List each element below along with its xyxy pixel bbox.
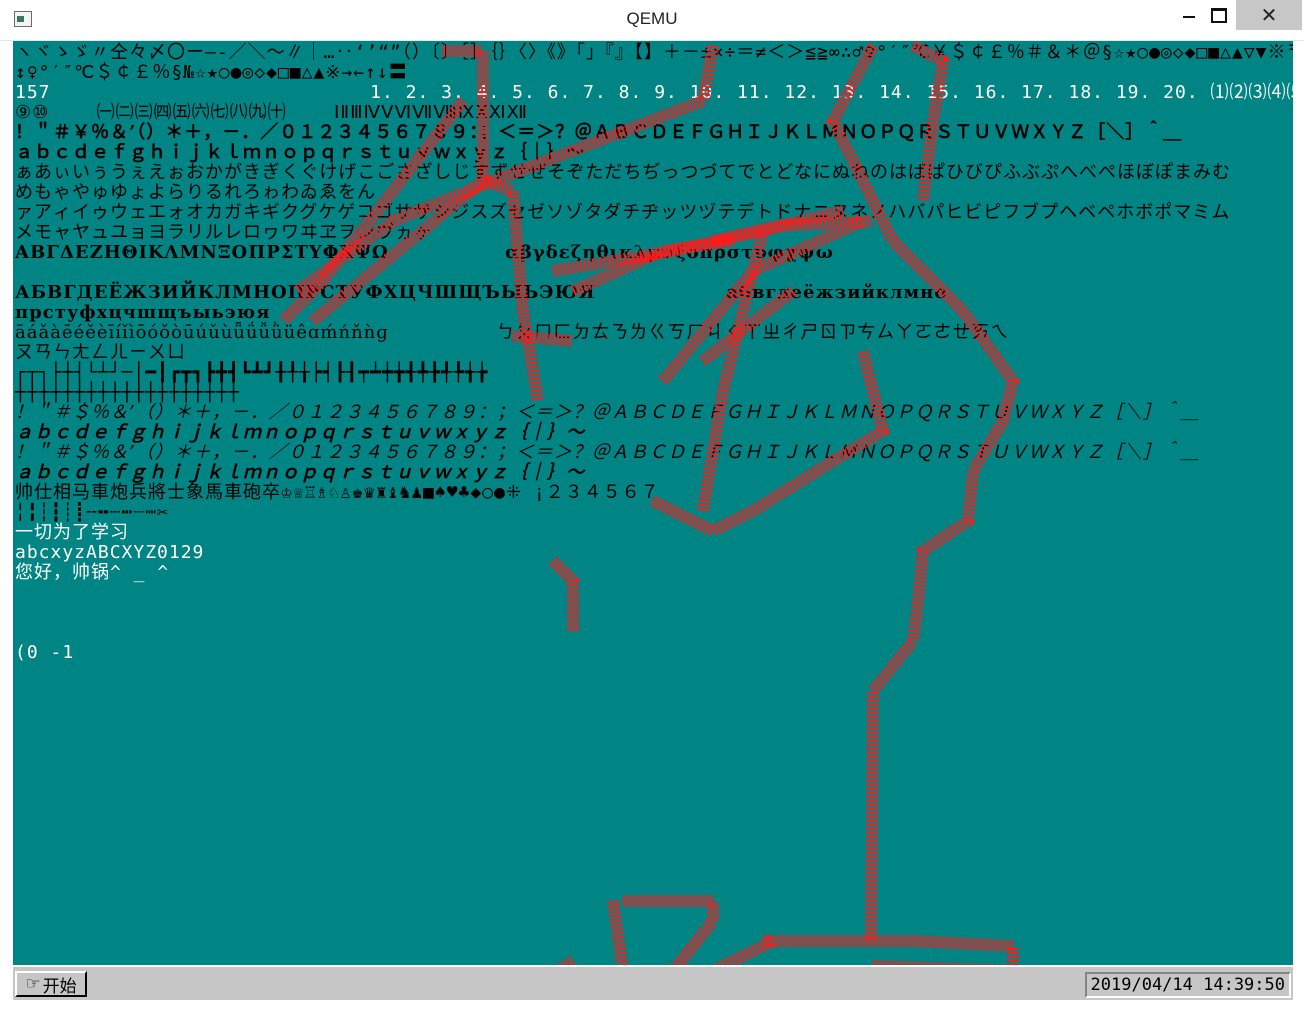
taskbar: ☞ 开始 2019/04/14 14:39:50 <box>13 965 1293 1002</box>
pointing-hand-icon: ☞ <box>25 974 41 994</box>
drawing-stroke <box>607 900 629 965</box>
drawing-stroke <box>623 895 719 965</box>
window-title: QEMU <box>626 9 678 28</box>
drawing-stroke <box>481 175 544 402</box>
minimize-icon <box>1183 16 1195 18</box>
drawing-stroke <box>910 41 949 202</box>
maximize-icon <box>1211 7 1227 23</box>
window-border <box>0 1000 1304 1009</box>
title-bar: QEMU ✕ <box>0 0 1304 41</box>
drawing-stroke <box>711 935 776 965</box>
guest-screen[interactable]: ヽヾゝゞ〃仝々〆〇ー―‐／＼～∥｜…‥‘’“”（）〔〕［］｛｝〈〉《》「」『』【… <box>13 41 1293 965</box>
drawing-stroke <box>278 97 468 326</box>
mouse-drawing-strokes <box>278 41 1024 965</box>
drawing-stroke <box>650 349 889 537</box>
start-label: 开始 <box>42 976 77 997</box>
drawing-stroke <box>512 330 574 347</box>
taskbar-clock: 2019/04/14 14:39:50 <box>1084 972 1291 998</box>
drawing-stroke <box>309 45 489 326</box>
start-button[interactable]: ☞ 开始 <box>15 971 87 997</box>
drawing-stroke <box>548 556 579 631</box>
drawing-stroke <box>763 935 1019 965</box>
close-button[interactable]: ✕ <box>1236 0 1302 30</box>
drawing-stroke <box>827 43 1019 942</box>
